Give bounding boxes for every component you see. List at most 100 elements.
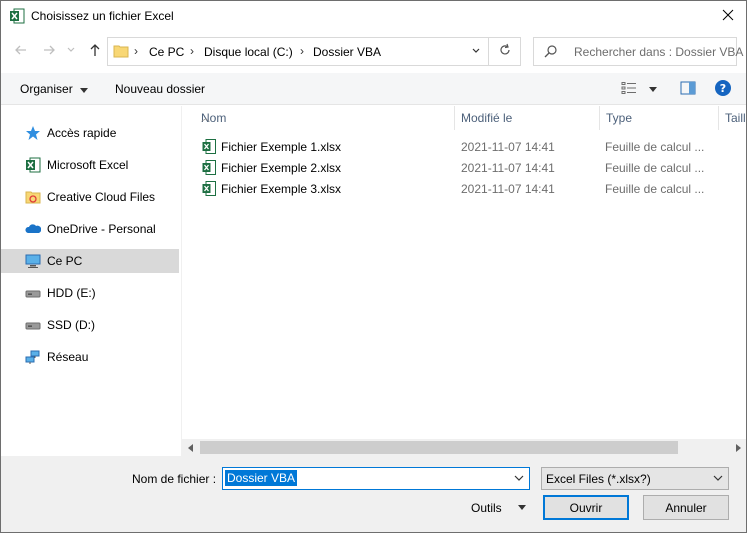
sort-ascending-icon: ︿ (201, 113, 211, 123)
breadcrumb-disque-local[interactable]: Disque local (C:) (204, 45, 293, 59)
help-button[interactable]: ? (713, 79, 733, 99)
file-type: Feuille de calcul ... (605, 161, 705, 175)
nav-item-label: Creative Cloud Files (47, 190, 156, 204)
organize-button[interactable]: Organiser (20, 82, 89, 97)
chevron-down-icon (66, 44, 76, 58)
nav-item-ce-pc[interactable]: Ce PC (1, 249, 179, 273)
search-icon (544, 44, 558, 61)
tools-button[interactable]: Outils (471, 501, 502, 515)
svg-text:?: ? (720, 82, 726, 95)
nav-item-microsoft-excel[interactable]: Microsoft Excel (1, 153, 179, 177)
nav-item-acces-rapide[interactable]: Accès rapide (1, 121, 179, 145)
file-row[interactable]: Fichier Exemple 3.xlsx 2021-11-07 14:41 … (182, 178, 742, 199)
excel-icon (9, 8, 25, 24)
chevron-down-icon (649, 82, 657, 96)
search-input[interactable]: Rechercher dans : Dossier VBA (574, 45, 743, 59)
nav-item-onedrive[interactable]: OneDrive - Personal (1, 217, 179, 241)
file-type-filter[interactable]: Excel Files (*.xlsx?) (541, 467, 729, 490)
file-modified: 2021-11-07 14:41 (461, 140, 555, 154)
help-icon: ? (714, 79, 732, 100)
arrow-right-icon (42, 43, 56, 60)
preview-pane-button[interactable] (677, 79, 699, 99)
file-type: Feuille de calcul ... (605, 182, 705, 196)
network-icon (25, 349, 41, 365)
back-button[interactable] (11, 41, 31, 61)
change-view-button[interactable] (621, 79, 665, 99)
navigation-pane: Accès rapide Microsoft Excel Creative Cl… (1, 106, 181, 456)
file-modified: 2021-11-07 14:41 (461, 161, 555, 175)
file-row[interactable]: Fichier Exemple 2.xlsx 2021-11-07 14:41 … (182, 157, 742, 178)
nav-item-label: SSD (D:) (47, 318, 95, 332)
scroll-right-button[interactable] (729, 439, 746, 456)
arrow-up-icon (88, 43, 102, 60)
excel-file-icon (202, 181, 216, 196)
close-button[interactable] (710, 1, 746, 32)
folder-icon (113, 43, 129, 62)
nav-item-label: HDD (E:) (47, 286, 96, 300)
nav-item-hdd-e[interactable]: HDD (E:) (1, 281, 179, 305)
column-header-label: Taille (725, 111, 746, 125)
chevron-down-icon (514, 472, 524, 486)
breadcrumb-ce-pc[interactable]: Ce PC (149, 45, 184, 59)
recent-locations-button[interactable] (61, 41, 81, 61)
scrollbar-thumb[interactable] (200, 441, 678, 454)
filter-dropdown-button[interactable] (708, 468, 728, 489)
preview-pane-icon (680, 81, 696, 98)
title-bar: Choisissez un fichier Excel (1, 1, 746, 32)
command-bar: Organiser Nouveau dossier ? (1, 73, 746, 105)
column-header-type[interactable]: Type (600, 106, 718, 130)
search-box[interactable]: Rechercher dans : Dossier VBA (533, 37, 743, 66)
breadcrumb-separator: › (190, 44, 194, 58)
file-type-filter-value: Excel Files (*.xlsx?) (546, 472, 651, 486)
column-header-modified[interactable]: Modifié le (455, 106, 599, 130)
refresh-button[interactable] (490, 38, 520, 65)
file-modified: 2021-11-07 14:41 (461, 182, 555, 196)
chevron-down-icon (471, 45, 481, 59)
file-list: Nom ︿ Modifié le Type Taille Fichier Exe… (182, 106, 746, 456)
nav-item-label: Ce PC (47, 254, 83, 268)
computer-icon (25, 253, 41, 269)
address-dropdown-button[interactable] (463, 38, 489, 65)
nav-item-ssd-d[interactable]: SSD (D:) (1, 313, 179, 337)
excel-file-icon (202, 160, 216, 175)
nav-item-label: Accès rapide (47, 126, 117, 140)
column-header-name[interactable]: Nom ︿ (195, 106, 454, 130)
nav-item-label: Réseau (47, 350, 89, 364)
column-header-size[interactable]: Taille (719, 106, 746, 130)
cancel-button[interactable]: Annuler (643, 495, 729, 520)
chevron-right-icon (735, 441, 741, 455)
breadcrumb-separator: › (134, 44, 138, 58)
excel-file-icon (202, 139, 216, 154)
arrow-left-icon (14, 43, 28, 60)
breadcrumb-dossier-vba[interactable]: Dossier VBA (313, 45, 381, 59)
excel-icon (25, 157, 41, 173)
horizontal-scrollbar[interactable] (182, 439, 746, 456)
window-title: Choisissez un fichier Excel (31, 9, 174, 23)
forward-button[interactable] (39, 41, 59, 61)
close-icon (722, 9, 734, 24)
chevron-down-icon (713, 472, 723, 486)
chevron-down-icon[interactable] (516, 502, 528, 514)
open-button[interactable]: Ouvrir (543, 495, 629, 520)
chevron-down-icon (80, 83, 89, 97)
filename-dropdown-button[interactable] (509, 468, 529, 489)
nav-item-reseau[interactable]: Réseau (1, 345, 179, 369)
star-icon (25, 125, 41, 141)
filename-label: Nom de fichier : (132, 472, 217, 486)
chevron-left-icon (187, 441, 194, 455)
nav-item-creative-cloud-files[interactable]: Creative Cloud Files (1, 185, 179, 209)
scroll-left-button[interactable] (182, 439, 199, 456)
refresh-icon (498, 43, 512, 60)
filename-value[interactable]: Dossier VBA (225, 470, 298, 486)
address-bar[interactable]: › Ce PC › Disque local (C:) › Dossier VB… (107, 37, 521, 66)
file-open-dialog: Choisissez un fichier Excel › Ce PC › Di… (0, 0, 747, 533)
file-type: Feuille de calcul ... (605, 140, 705, 154)
nav-item-label: Microsoft Excel (47, 158, 129, 172)
new-folder-button[interactable]: Nouveau dossier (115, 82, 205, 96)
up-button[interactable] (85, 41, 105, 61)
column-header-label: Type (606, 111, 633, 125)
file-row[interactable]: Fichier Exemple 1.xlsx 2021-11-07 14:41 … (182, 136, 742, 157)
drive-icon (25, 317, 41, 333)
filename-field[interactable]: Dossier VBA (222, 467, 530, 490)
onedrive-icon (25, 221, 42, 237)
